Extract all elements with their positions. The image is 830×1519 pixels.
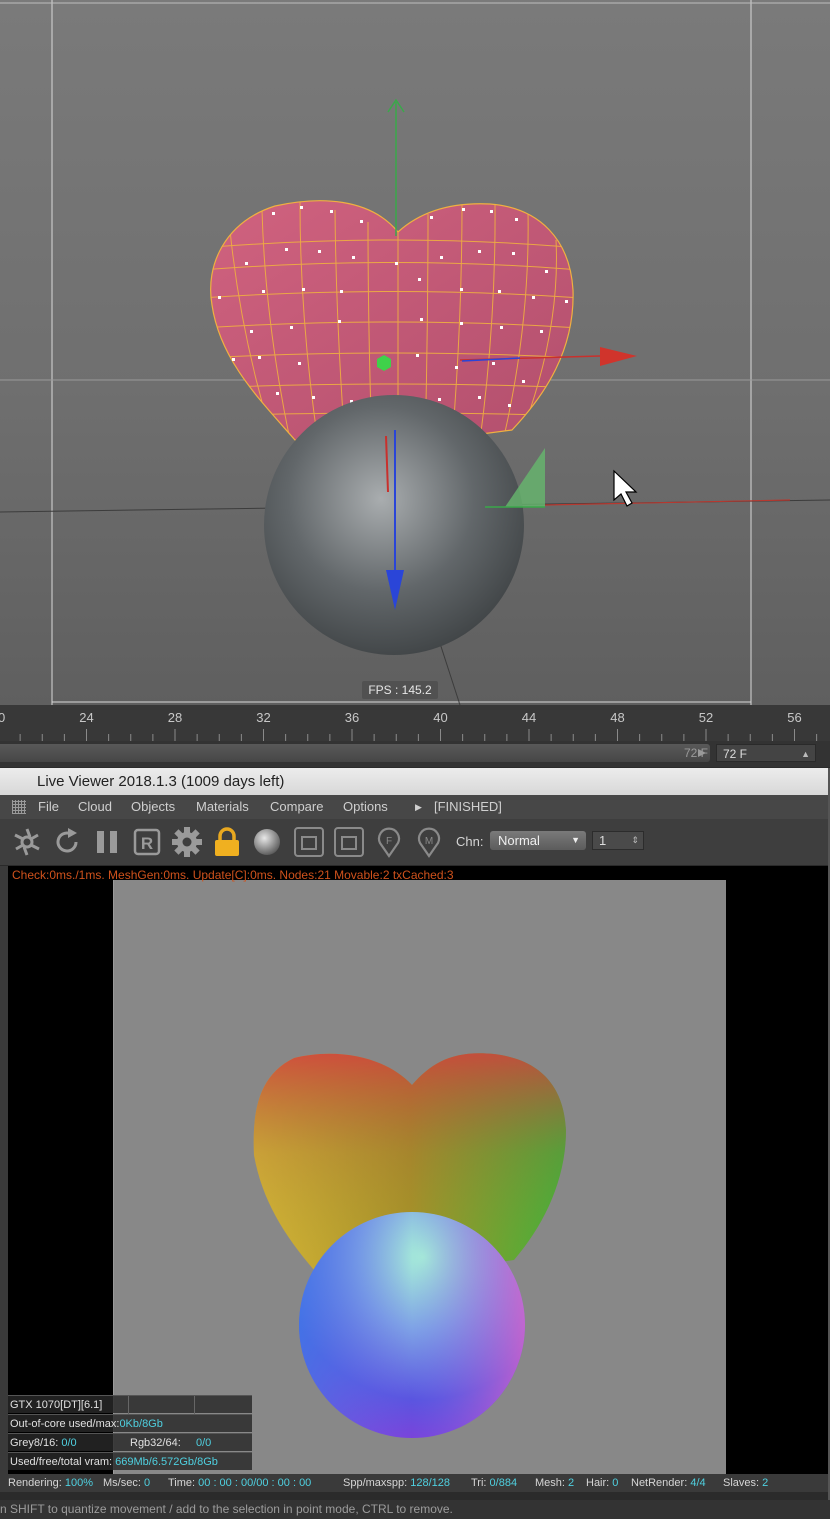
ruler-tick-label: 24 [79, 710, 93, 725]
r-icon-letter: R [141, 834, 153, 853]
status-hair: Hair: 0 [586, 1477, 619, 1489]
out-of-core-value: 0Kb/8Gb [119, 1418, 163, 1430]
lock-icon[interactable] [210, 825, 244, 859]
ruler-tick-label: 28 [168, 710, 182, 725]
status-arrow-icon: ▶ [415, 802, 422, 812]
channel-dropdown[interactable]: Normal ▼ [490, 831, 586, 850]
channel-label: Chn: [456, 834, 484, 849]
status-rendering: Rendering: 100% [8, 1477, 94, 1489]
status-spp: Spp/maxspp: 128/128 [343, 1477, 451, 1489]
menu-file[interactable]: File [38, 795, 59, 819]
menu-objects[interactable]: Objects [131, 795, 175, 819]
render-check-info: Check:0ms./1ms. MeshGen:0ms. Update[C]:0… [12, 868, 454, 882]
current-frame-field[interactable]: 72 F ▲ [716, 744, 816, 762]
chevron-down-icon: ▼ [571, 835, 580, 845]
settings-gear-icon[interactable] [170, 825, 204, 859]
mouse-cursor-icon [613, 469, 638, 507]
grey-label: Grey8/16: [10, 1437, 59, 1449]
status-netrender: NetRender: 4/4 [631, 1477, 706, 1489]
current-frame-value: 72 F [723, 747, 748, 761]
film-region-icon[interactable] [332, 825, 366, 859]
rgb-label: Rgb32/64: [130, 1437, 181, 1449]
material-pin-icon[interactable]: M [412, 825, 446, 859]
channel-number-field[interactable]: 1 ⇕ [592, 831, 644, 850]
focus-pin-icon[interactable]: F [372, 825, 406, 859]
pause-icon[interactable] [90, 825, 124, 859]
octane-icon[interactable] [10, 825, 44, 859]
channel-dropdown-value: Normal [498, 833, 540, 848]
grey-value: 0/0 [61, 1437, 77, 1449]
range-slider[interactable] [0, 744, 710, 762]
gpu-name: GTX 1070[DT][6.1] [10, 1399, 103, 1411]
vram-label: Used/free/total vram: [10, 1456, 113, 1468]
stat-gpu: GTX 1070[DT][6.1] [8, 1395, 252, 1414]
ruler-tick-label: 52 [699, 710, 713, 725]
stepper-icon[interactable]: ⇕ [631, 832, 639, 849]
stepper-icon[interactable]: ▲ [801, 745, 810, 763]
ruler-tick-label: 36 [345, 710, 359, 725]
canvas-left-border [0, 866, 8, 1474]
live-viewer-titlebar[interactable]: Live Viewer 2018.1.3 (1009 days left) [0, 768, 828, 796]
region-render-icon[interactable] [292, 825, 326, 859]
stat-vram: Used/free/total vram: 669Mb/6.572Gb/8Gb [8, 1452, 252, 1470]
menu-materials[interactable]: Materials [196, 795, 249, 819]
stat-textures: Grey8/16: 0/0 Rgb32/64: 0/0 [8, 1433, 252, 1451]
vram-value: 669Mb/6.572Gb/8Gb [115, 1456, 218, 1468]
range-end-label: 72 F [683, 746, 708, 760]
live-viewer-menubar: File Cloud Objects Materials Compare Opt… [0, 795, 828, 819]
status-time: Time: 00 : 00 : 00/00 : 00 : 00 [168, 1477, 312, 1489]
out-of-core-label: Out-of-core used/max: [10, 1418, 120, 1430]
status-ms: Ms/sec: 0 [103, 1477, 151, 1489]
status-slaves: Slaves: 2 [723, 1477, 769, 1489]
3d-viewport[interactable]: FPS : 145.2 [0, 0, 830, 705]
timeline-range-bar[interactable]: 72 F 72 F ▲ [0, 741, 830, 767]
timeline-ruler[interactable]: 20 24 28 32 36 40 44 48 52 56 [0, 705, 830, 741]
ruler-tick-label: 48 [610, 710, 624, 725]
rgb-value: 0/0 [196, 1437, 212, 1449]
menu-compare[interactable]: Compare [270, 795, 323, 819]
focus-pin-letter: F [386, 836, 392, 847]
menu-cloud[interactable]: Cloud [78, 795, 112, 819]
ruler-tick-label: 32 [256, 710, 270, 725]
rendered-sphere [299, 1212, 525, 1438]
hint-bar: n SHIFT to quantize movement / add to th… [0, 1500, 830, 1519]
status-mesh: Mesh: 2 [535, 1477, 575, 1489]
ruler-tick-label: 20 [0, 710, 5, 725]
frame-ruler[interactable]: 20 24 28 32 36 40 44 48 52 56 [0, 705, 830, 741]
ruler-tick-label: 44 [522, 710, 536, 725]
fps-readout: FPS : 145.2 [362, 681, 438, 699]
viewport-scene[interactable] [0, 0, 830, 705]
menu-options[interactable]: Options [343, 795, 388, 819]
stat-out-of-core: Out-of-core used/max:0Kb/8Gb [8, 1414, 252, 1432]
ruler-tick-label: 40 [433, 710, 447, 725]
refresh-icon[interactable] [50, 825, 84, 859]
material-pin-letter: M [425, 836, 433, 847]
grid-icon[interactable] [12, 800, 26, 814]
material-ball-icon[interactable] [250, 825, 284, 859]
channel-number-value: 1 [599, 833, 607, 848]
window-title: Live Viewer 2018.1.3 (1009 days left) [37, 773, 285, 790]
render-status: [FINISHED] [434, 799, 502, 814]
render-status-bar: Rendering: 100% Ms/sec: 0 Time: 00 : 00 … [0, 1474, 828, 1492]
live-viewer-toolbar: R F M Chn: Normal ▼ 1 ⇕ [0, 819, 828, 866]
status-tri: Tri: 0/884 [471, 1477, 518, 1489]
render-image[interactable] [113, 880, 726, 1474]
r-icon[interactable]: R [130, 825, 164, 859]
ruler-tick-label: 56 [787, 710, 801, 725]
